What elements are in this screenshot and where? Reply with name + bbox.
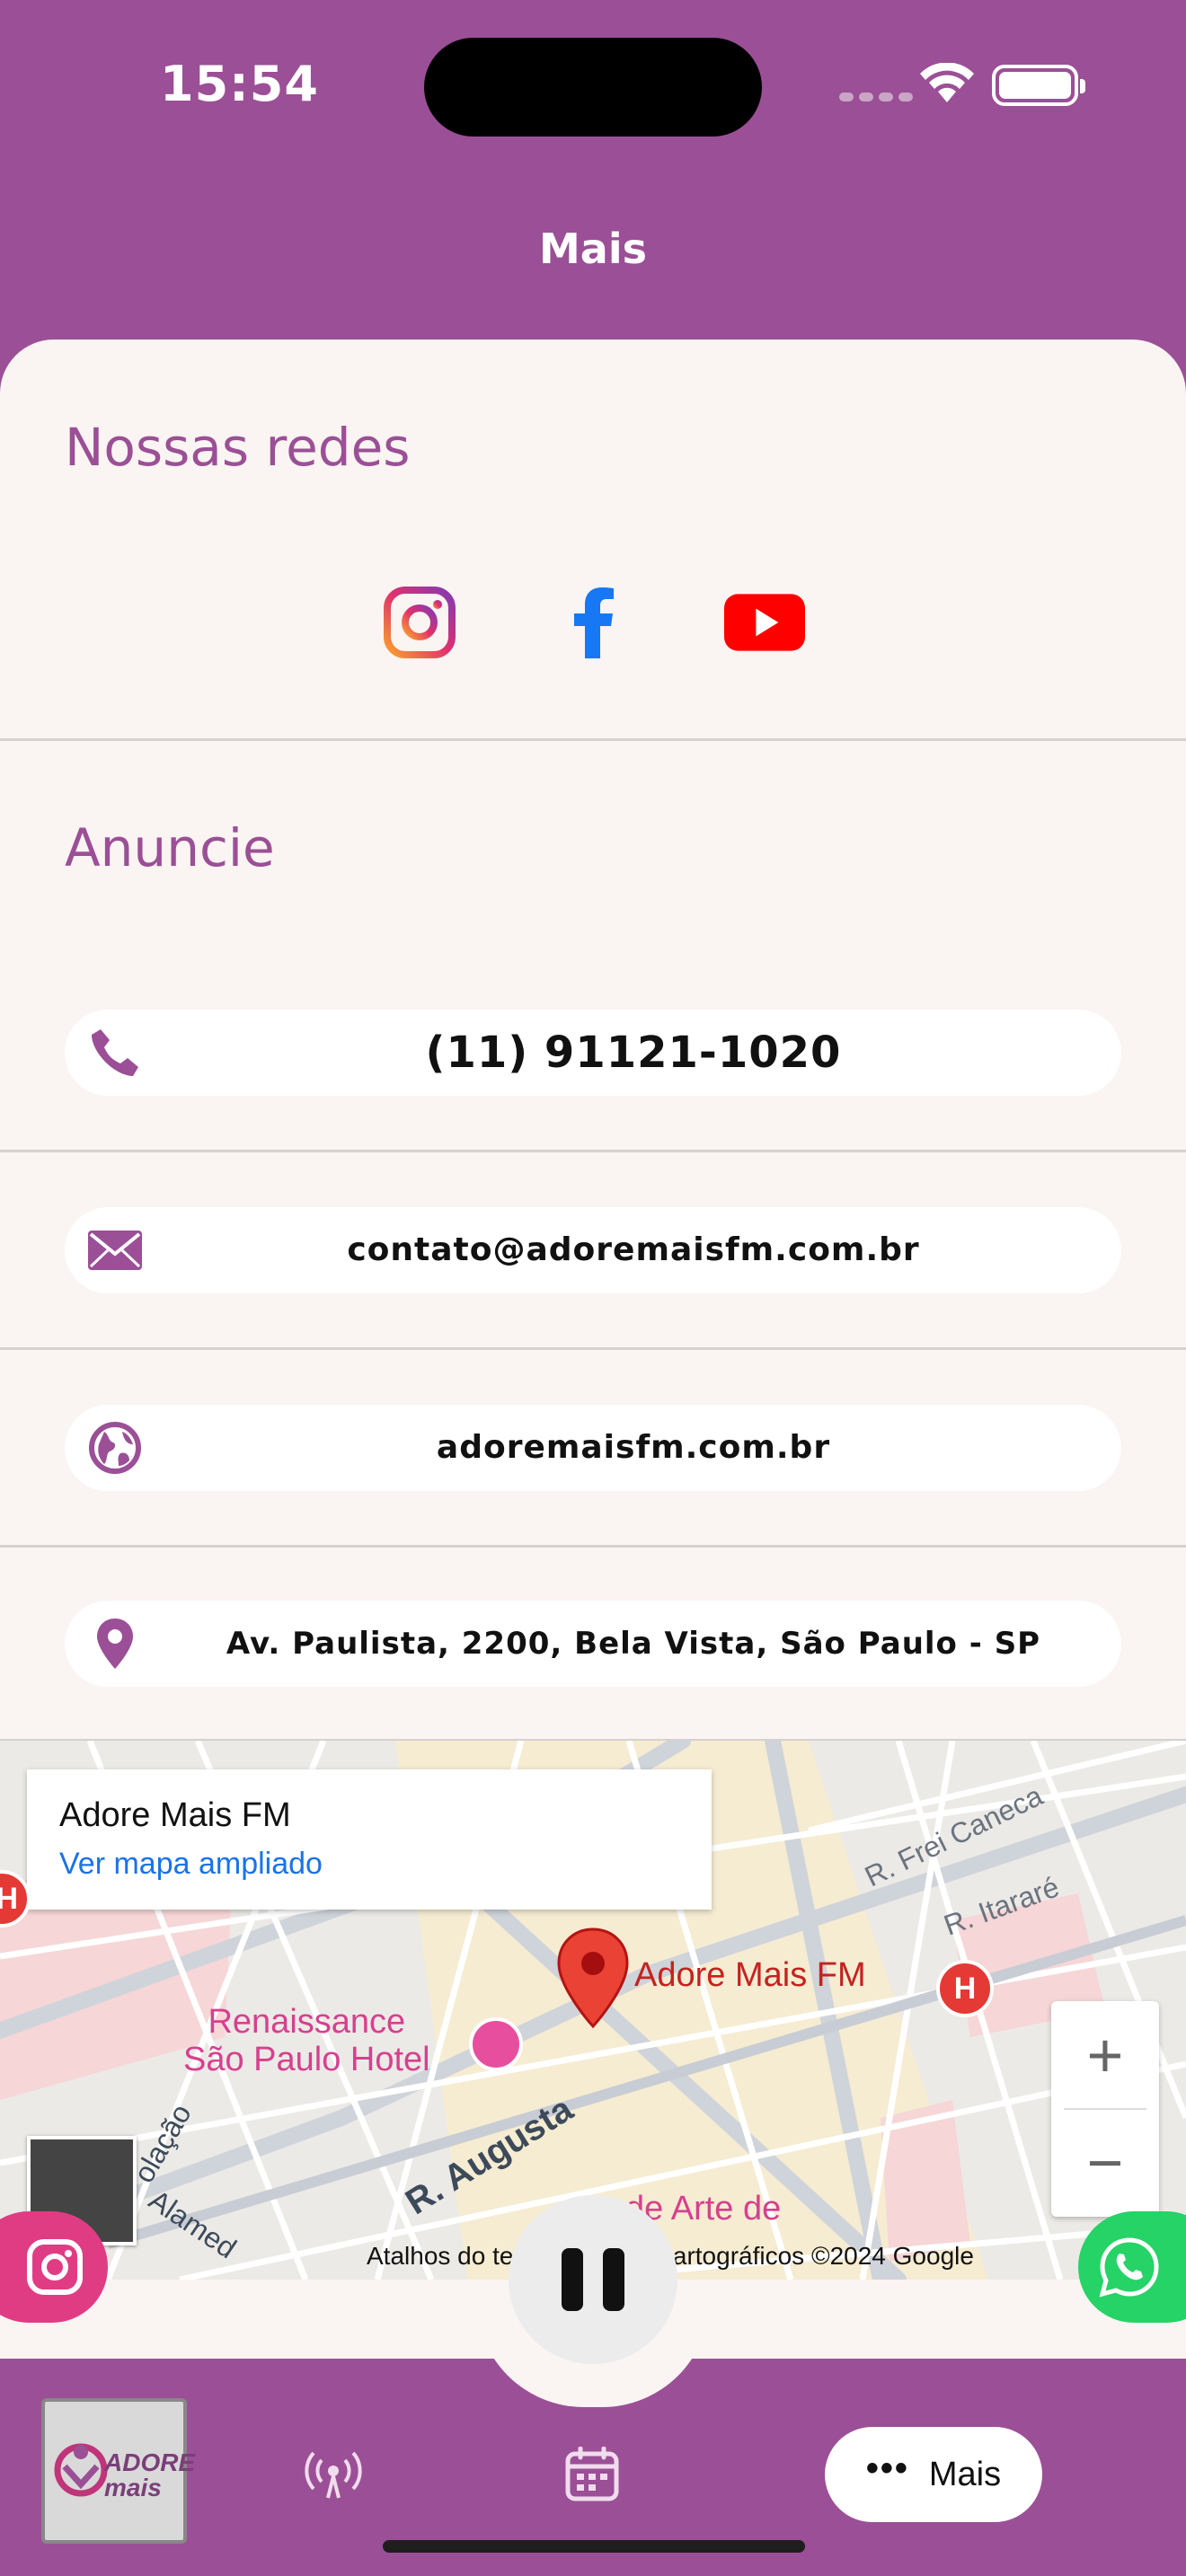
station-logo-button[interactable]: ADORE mais [41, 2398, 195, 2544]
map-place-card: Adore Mais FM Ver mapa ampliado [27, 1769, 712, 1910]
map-marker-icon[interactable] [555, 1926, 631, 2030]
youtube-button[interactable] [724, 582, 805, 663]
globe-icon [88, 1421, 142, 1475]
phone-number: (11) 91121-1020 [425, 1028, 842, 1078]
address-text: Av. Paulista, 2200, Bela Vista, São Paul… [226, 1626, 1041, 1662]
more-tab[interactable]: ••• Mais [825, 2427, 1042, 2522]
instagram-icon [27, 2239, 83, 2295]
social-links [0, 582, 1186, 672]
live-radio-tab[interactable] [293, 2434, 374, 2515]
cellular-signal-icon [839, 90, 918, 106]
station-logo-text: ADORE mais [104, 2448, 196, 2501]
instagram-icon [384, 587, 456, 658]
phone-icon [88, 1026, 142, 1080]
whatsapp-icon [1099, 2237, 1159, 2298]
more-tab-label: Mais [928, 2455, 1002, 2493]
zoom-in-button[interactable]: + [1051, 2001, 1159, 2109]
station-logo-icon [54, 2443, 108, 2497]
battery-icon [992, 65, 1085, 106]
map-marker-label: Adore Mais FM [634, 1956, 866, 1994]
advertise-section-title: Anuncie [65, 817, 275, 878]
content-panel: Nossas redes Anuncie (11) 91121-1020 con… [0, 340, 1186, 2360]
divider [0, 738, 1186, 741]
envelope-icon [88, 1223, 142, 1277]
wifi-icon [920, 63, 974, 102]
calendar-icon [565, 2447, 619, 2501]
more-dots-icon: ••• [865, 2448, 909, 2488]
page-title: Mais [539, 225, 647, 273]
view-larger-map-link[interactable]: Ver mapa ampliado [59, 1847, 323, 1882]
social-section-title: Nossas redes [65, 417, 411, 478]
whatsapp-fab-button[interactable] [1078, 2211, 1186, 2323]
location-pin-icon [88, 1617, 142, 1671]
website-button[interactable]: adoremaisfm.com.br [65, 1405, 1121, 1491]
facebook-button[interactable] [553, 582, 634, 663]
home-indicator [383, 2540, 805, 2553]
hospital-icon: H [936, 1960, 994, 2017]
phone-button[interactable]: (11) 91121-1020 [65, 1010, 1121, 1096]
schedule-tab[interactable] [552, 2434, 633, 2515]
divider [0, 1150, 1186, 1152]
website-url: adoremaisfm.com.br [436, 1429, 831, 1466]
instagram-button[interactable] [379, 582, 460, 663]
divider [0, 1347, 1186, 1350]
email-address: contato@adoremaisfm.com.br [347, 1231, 920, 1268]
hotel-label: Renaissance São Paulo Hotel [183, 2003, 430, 2078]
pause-button[interactable] [509, 2195, 677, 2364]
email-button[interactable]: contato@adoremaisfm.com.br [65, 1207, 1121, 1293]
dynamic-island [424, 38, 762, 137]
status-time: 15:54 [160, 56, 319, 112]
hotel-icon [469, 2017, 523, 2071]
youtube-icon [724, 594, 805, 651]
broadcast-icon [305, 2451, 362, 2499]
map-zoom-controls: + − [1051, 2001, 1159, 2217]
divider [0, 1545, 1186, 1548]
status-bar: 15:54 [0, 0, 1186, 171]
map-place-name: Adore Mais FM [59, 1796, 291, 1834]
zoom-out-button[interactable]: − [1051, 2109, 1159, 2217]
address-button[interactable]: Av. Paulista, 2200, Bela Vista, São Paul… [65, 1601, 1121, 1687]
facebook-icon [574, 587, 614, 658]
instagram-fab-button[interactable] [0, 2211, 108, 2323]
pause-icon [562, 2248, 583, 2311]
pause-icon [603, 2248, 624, 2311]
